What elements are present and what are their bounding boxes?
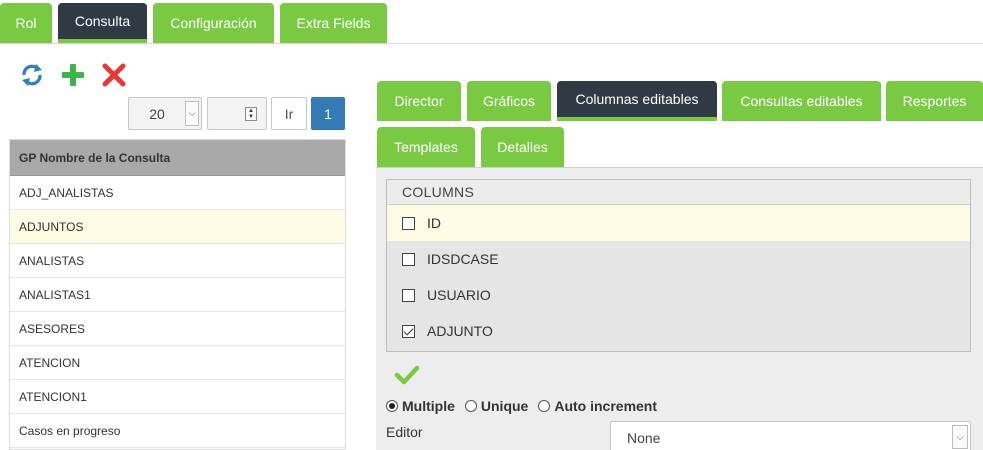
page-size-value: 20 [149, 105, 165, 122]
column-label: ID [427, 215, 441, 231]
page-1-button[interactable]: 1 [311, 97, 345, 130]
tab-columnas-editables[interactable]: Columnas editables [557, 81, 717, 121]
checkmark-icon[interactable] [394, 364, 420, 386]
table-row[interactable]: ASESORES [10, 312, 345, 346]
columns-header: COLUMNS [387, 180, 970, 205]
tab-configuracion[interactable]: Configuración [153, 3, 274, 43]
editor-select[interactable]: None ⌵ [610, 421, 971, 450]
column-item-adjunto[interactable]: ADJUNTO [387, 313, 970, 349]
editor-label: Editor [386, 424, 423, 440]
plus-icon[interactable] [60, 62, 86, 88]
radio-auto-increment[interactable]: Auto increment [538, 398, 657, 414]
table-row[interactable]: ANALISTAS [10, 244, 345, 278]
table-row[interactable]: ANALISTAS1 [10, 278, 345, 312]
tab-consulta[interactable]: Consulta [58, 3, 147, 43]
grid-header[interactable]: GP Nombre de la Consulta [10, 140, 345, 176]
tab-extra-fields[interactable]: Extra Fields [280, 3, 387, 43]
refresh-icon[interactable] [19, 62, 45, 88]
radio-label: Unique [480, 398, 529, 414]
mode-radio-group: Multiple Unique Auto increment [386, 397, 667, 415]
column-item-usuario[interactable]: USUARIO [387, 277, 970, 313]
consultas-grid: GP Nombre de la Consulta ADJ_ANALISTAS A… [9, 139, 346, 450]
radio-unique[interactable]: Unique [464, 398, 529, 414]
radio-label: Auto increment [554, 398, 658, 414]
table-row[interactable]: ATENCION1 [10, 380, 345, 414]
column-item-id[interactable]: ID [387, 205, 970, 241]
chevron-down-icon: ⌵ [185, 101, 199, 126]
checkbox[interactable] [402, 324, 415, 338]
tab-templates[interactable]: Templates [377, 127, 475, 167]
table-row[interactable]: ATENCION [10, 346, 345, 380]
checkbox[interactable] [402, 216, 415, 230]
tab-director[interactable]: Director [377, 81, 461, 121]
table-row[interactable]: Casos en progreso [10, 414, 345, 448]
tab-resportes[interactable]: Resportes [886, 81, 983, 121]
tab-consultas-editables[interactable]: Consultas editables [722, 81, 881, 121]
spinner-icon[interactable]: ▲ ▼ [245, 107, 257, 121]
radio-multiple[interactable]: Multiple [386, 398, 455, 414]
radio-button[interactable] [386, 400, 398, 412]
radio-label: Multiple [402, 398, 455, 414]
column-label: ADJUNTO [427, 323, 493, 339]
column-label: IDSDCASE [427, 251, 499, 267]
tab-detalles[interactable]: Detalles [481, 127, 564, 167]
radio-button[interactable] [464, 400, 477, 412]
close-icon[interactable] [101, 62, 127, 88]
chevron-down-icon: ⌵ [952, 425, 968, 449]
go-button[interactable]: Ir [271, 97, 307, 130]
columns-list: COLUMNS ID IDSDCASE USUARIO ADJUNTO [386, 179, 971, 352]
radio-button[interactable] [538, 400, 551, 412]
editor-value: None [627, 430, 661, 446]
page-size-select[interactable]: 20 ⌵ [128, 97, 202, 130]
table-row[interactable]: ADJUNTOS [10, 210, 345, 244]
checkbox[interactable] [402, 288, 415, 302]
table-row[interactable]: ADJ_ANALISTAS [10, 176, 345, 210]
page-number-input[interactable]: ▲ ▼ [207, 97, 267, 130]
top-tab-bar: Rol Consulta Configuración Extra Fields [0, 0, 983, 44]
column-label: USUARIO [427, 287, 491, 303]
tab-graficos[interactable]: Gráficos [467, 81, 551, 121]
tab-rol[interactable]: Rol [0, 3, 52, 43]
column-item-idsdcase[interactable]: IDSDCASE [387, 241, 970, 277]
checkbox[interactable] [402, 252, 415, 266]
